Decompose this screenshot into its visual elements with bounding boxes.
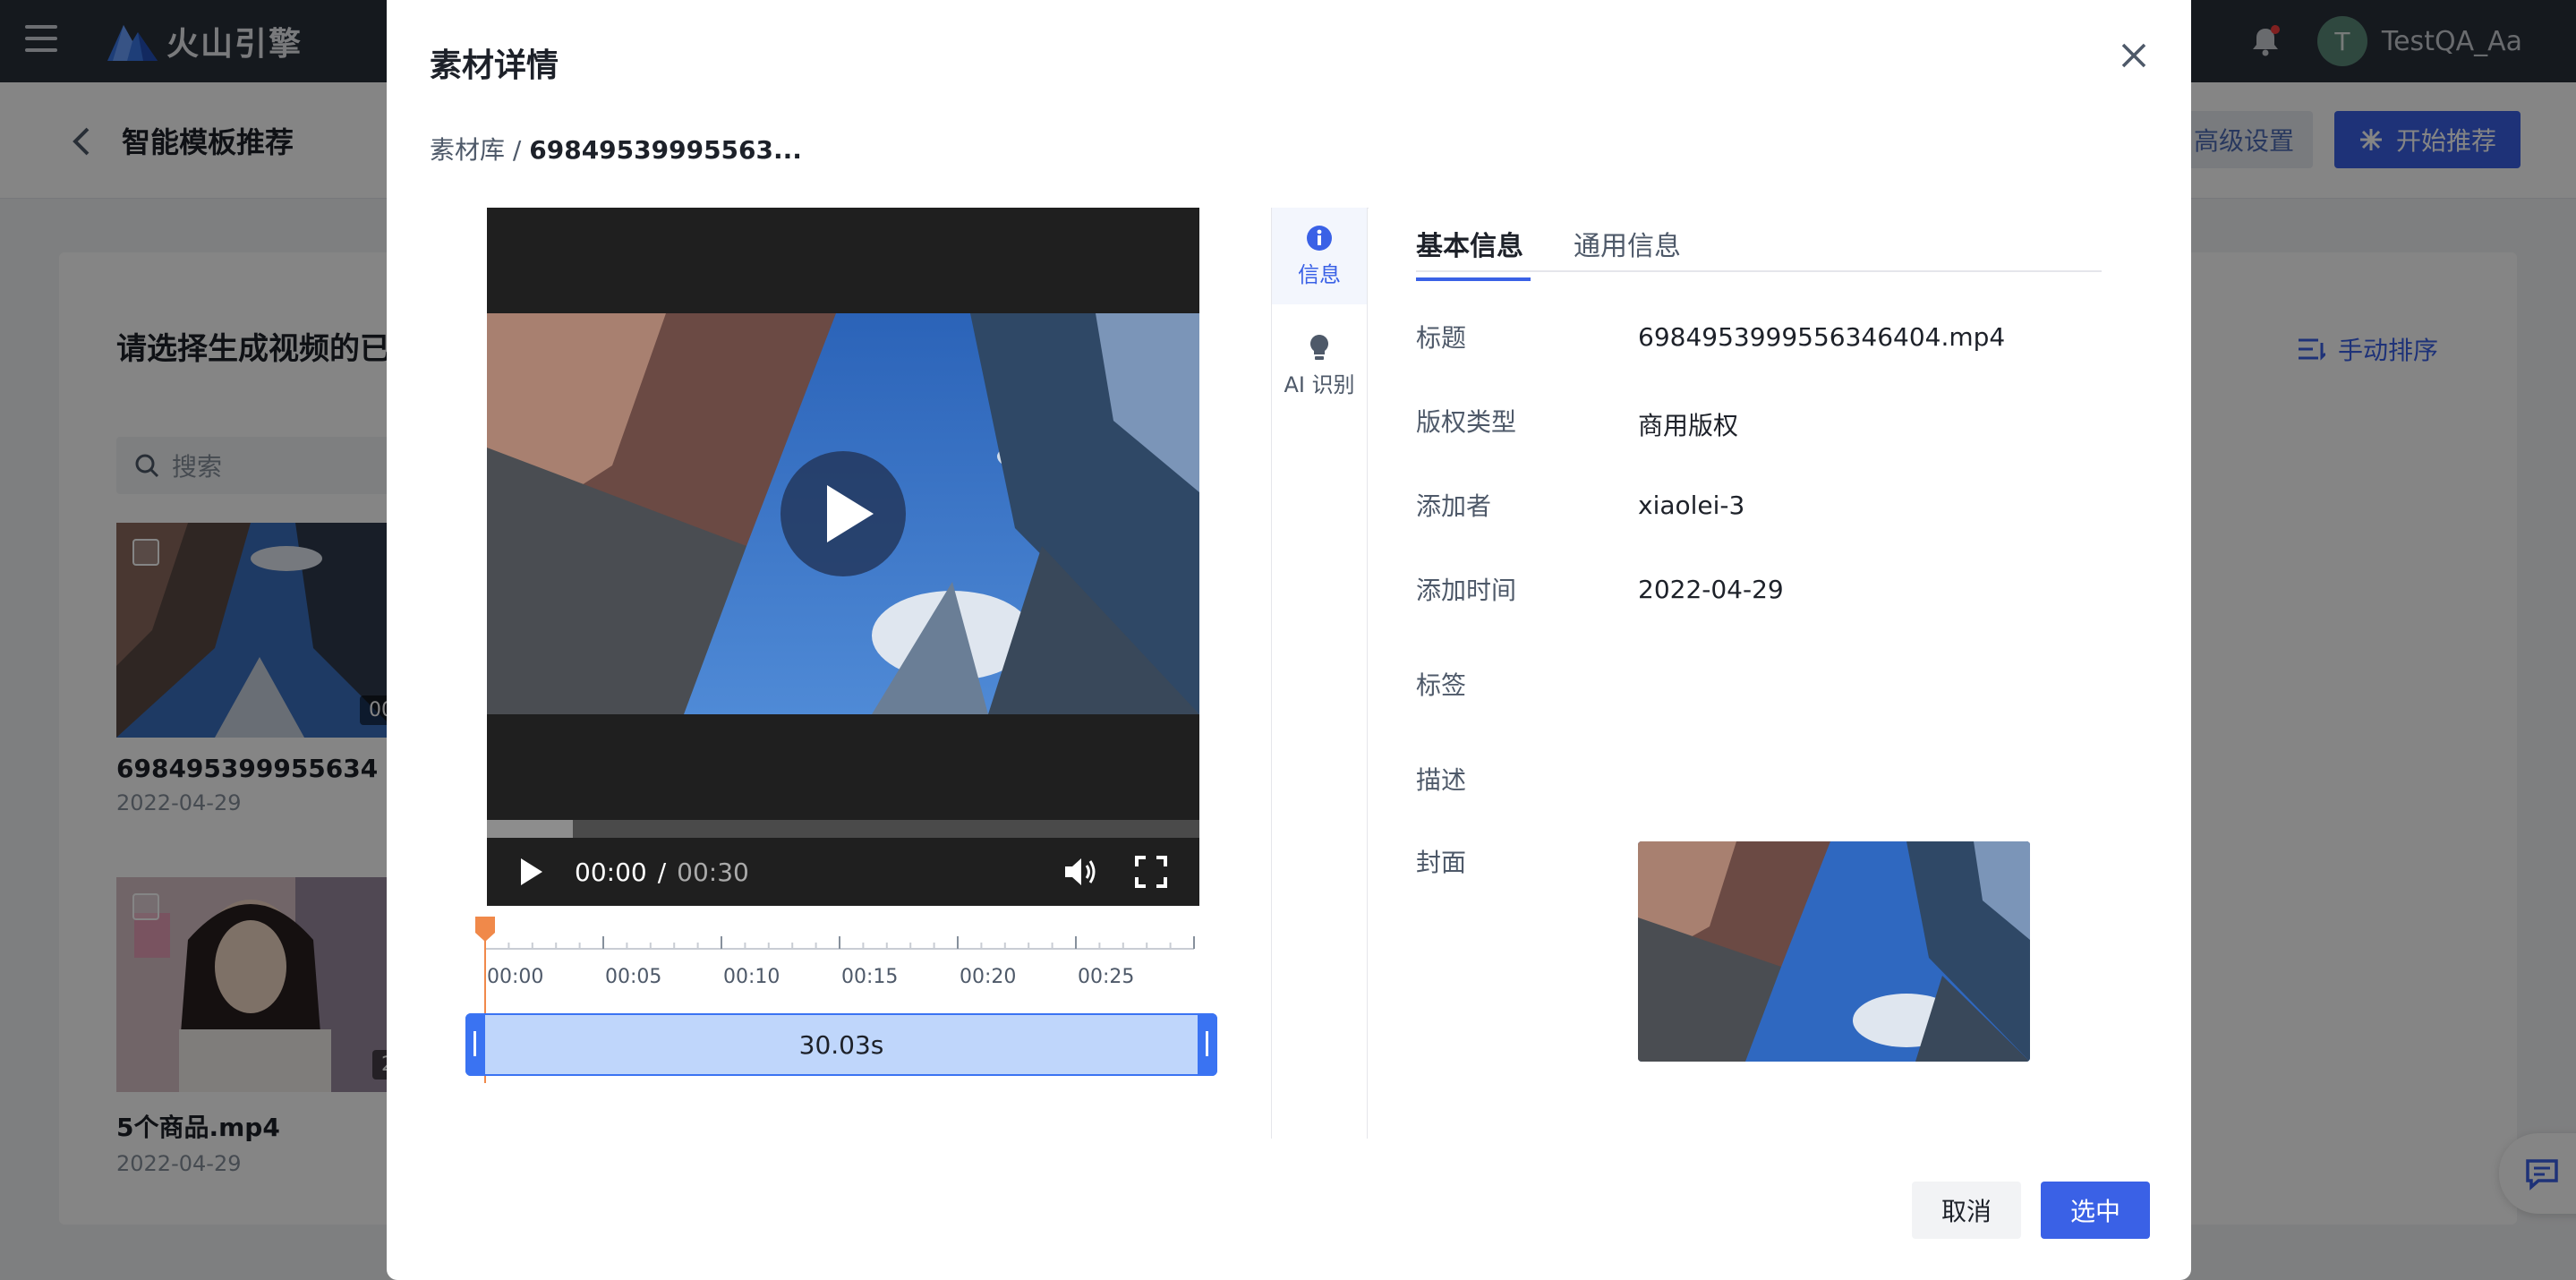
video-controls: 00:00 / 00:30 bbox=[487, 838, 1199, 906]
clip-duration: 30.03s bbox=[798, 1029, 884, 1060]
play-icon[interactable] bbox=[519, 857, 544, 887]
material-detail-modal: 素材详情 素材库 / 69849539995563... 00:00 / 00:… bbox=[387, 0, 2191, 1280]
clip-start-handle[interactable] bbox=[465, 1013, 485, 1076]
side-tab-info-label: 信息 bbox=[1298, 261, 1341, 287]
select-button[interactable]: 选中 bbox=[2041, 1182, 2150, 1239]
field-label-cover: 封面 bbox=[1416, 848, 1467, 877]
current-time: 00:00 bbox=[575, 857, 647, 887]
field-value-copyright: 商用版权 bbox=[1638, 411, 1739, 440]
ruler-tick-label: 00:00 bbox=[487, 966, 543, 988]
modal-title: 素材详情 bbox=[430, 47, 559, 84]
ruler-tick-label: 00:20 bbox=[960, 966, 1016, 988]
side-tab-info[interactable]: 信息 bbox=[1272, 208, 1367, 304]
field-value-title: 6984953999556346404.mp4 bbox=[1638, 322, 2006, 352]
breadcrumb-current: 69849539995563... bbox=[529, 135, 802, 165]
volume-icon[interactable] bbox=[1063, 856, 1099, 888]
side-tab-ai[interactable]: AI 识别 bbox=[1272, 317, 1367, 414]
ruler-tick-label: 00:10 bbox=[723, 966, 780, 988]
info-tab-bar: 基本信息 通用信息 bbox=[1416, 218, 2102, 281]
breadcrumb: 素材库 / 69849539995563... bbox=[430, 131, 802, 166]
clip-range-bar[interactable]: 30.03s bbox=[465, 1013, 1217, 1076]
field-value-added-time: 2022-04-29 bbox=[1638, 575, 1784, 604]
clip-end-handle[interactable] bbox=[1198, 1013, 1217, 1076]
tab-general-info[interactable]: 通用信息 bbox=[1574, 224, 1681, 263]
close-icon[interactable] bbox=[2118, 39, 2150, 72]
info-icon bbox=[1307, 225, 1332, 251]
cancel-button[interactable]: 取消 bbox=[1912, 1182, 2021, 1239]
field-label-description: 描述 bbox=[1416, 765, 1467, 795]
video-progress-bar[interactable] bbox=[487, 820, 1199, 838]
field-label-tags: 标签 bbox=[1416, 670, 1467, 700]
video-player[interactable]: 00:00 / 00:30 bbox=[487, 208, 1199, 906]
ruler-tick-label: 00:05 bbox=[605, 966, 661, 988]
total-time: 00:30 bbox=[677, 857, 749, 887]
play-icon bbox=[827, 485, 874, 542]
playhead-handle[interactable] bbox=[475, 917, 495, 942]
time-separator: / bbox=[657, 857, 667, 887]
fullscreen-icon[interactable] bbox=[1135, 856, 1167, 888]
side-tab-bar: 信息 AI 识别 bbox=[1271, 208, 1369, 1139]
tab-basic-info[interactable]: 基本信息 bbox=[1416, 224, 1531, 281]
ruler-tick-label: 00:15 bbox=[841, 966, 898, 988]
side-tab-ai-label: AI 识别 bbox=[1284, 371, 1355, 397]
field-value-adder: xiaolei-3 bbox=[1638, 491, 1745, 520]
field-label-title: 标题 bbox=[1416, 323, 1467, 353]
field-label-copyright: 版权类型 bbox=[1416, 407, 1517, 437]
video-progress-fill bbox=[487, 820, 573, 838]
cover-image bbox=[1638, 841, 2030, 1062]
ruler-tick-label: 00:25 bbox=[1078, 966, 1134, 988]
breadcrumb-root[interactable]: 素材库 / bbox=[430, 135, 521, 165]
field-label-added-time: 添加时间 bbox=[1416, 576, 1517, 605]
field-label-adder: 添加者 bbox=[1416, 491, 1492, 521]
play-overlay-button[interactable] bbox=[780, 451, 906, 576]
lightbulb-icon bbox=[1310, 334, 1328, 360]
